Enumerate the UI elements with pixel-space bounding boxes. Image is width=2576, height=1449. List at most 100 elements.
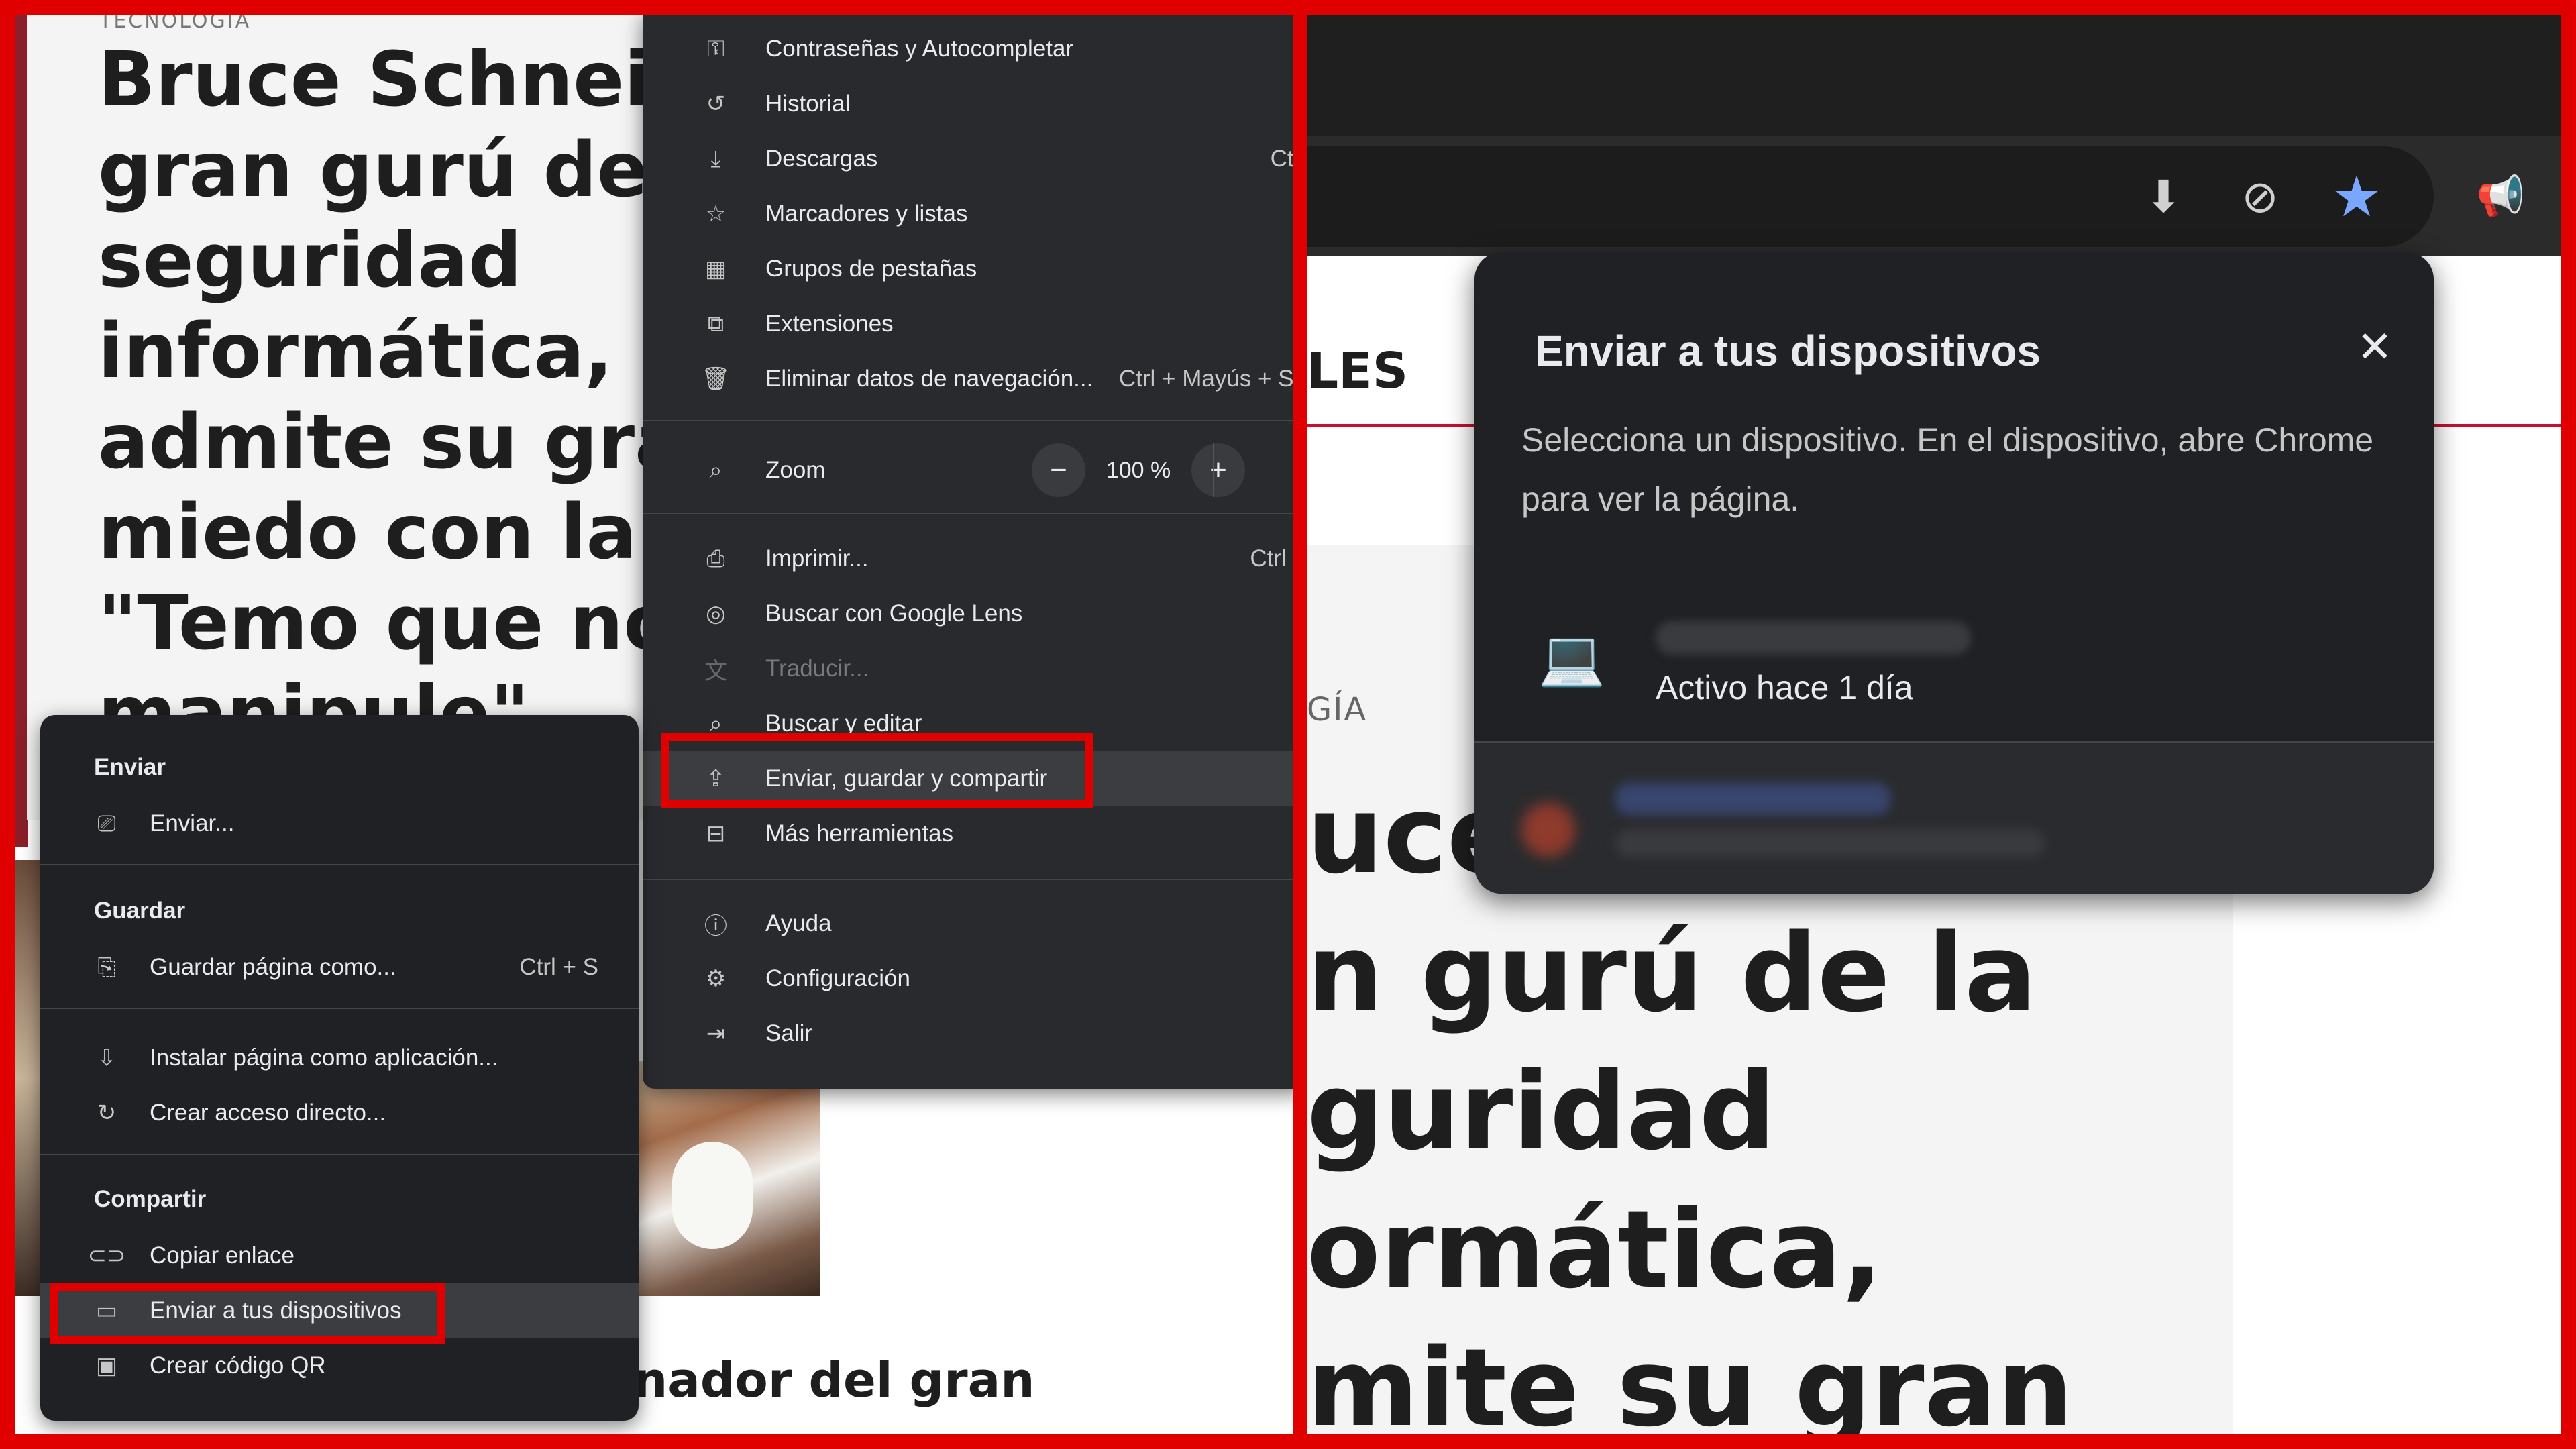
install-icon: ⇩ [97, 1045, 117, 1071]
menu-item-label: Traducir... [765, 655, 869, 682]
menu-item-clear-data[interactable]: 🗑 Eliminar datos de navegación... Ctrl +… [643, 352, 1293, 407]
history-icon: ↺ [706, 91, 726, 117]
menu-item-exit[interactable]: ⇥ Salir [643, 1006, 1293, 1061]
find-icon: ⌕ [709, 710, 722, 737]
menu-separator [40, 864, 639, 865]
menu-item-history[interactable]: ↺ Historial [643, 76, 1293, 131]
link-icon: ⊂⊃ [87, 1243, 126, 1269]
menu-item-find-edit[interactable]: ⌕ Buscar y editar [643, 696, 1293, 751]
zoom-icon: ⌕ [709, 457, 722, 483]
menu-item-label: Enviar... [150, 810, 235, 837]
menu-item-bookmarks[interactable]: ☆ Marcadores y listas [643, 186, 1293, 241]
menu-item-qr-code[interactable]: ▣ Crear código QR [40, 1338, 639, 1393]
menu-item-zoom: ⌕ Zoom − 100 % + [643, 440, 1293, 500]
key-icon: ⚿ [707, 36, 724, 62]
menu-item-print[interactable]: ⎙ Imprimir... Ctrl + [643, 531, 1293, 586]
account-name-blurred [1615, 783, 1890, 815]
menu-item-label: Ayuda [765, 910, 832, 936]
headline-line: informática, [98, 308, 613, 395]
menu-item-settings[interactable]: ⚙ Configuración [643, 951, 1293, 1006]
left-screenshot-panel: TECNOLOGÍA Bruce Schneier, gran gurú de … [15, 15, 1293, 1434]
tracking-protection-eye-icon[interactable]: ⊘ [2230, 166, 2290, 227]
headline-line: guridad [1307, 1049, 1776, 1174]
menu-item-install-app[interactable]: ⇩ Instalar página como aplicación... [40, 1030, 639, 1085]
qr-code-icon: ▣ [95, 1353, 118, 1379]
settings-icon: ⚙ [705, 966, 727, 991]
menu-item-label: Descargas [765, 146, 878, 172]
menu-item-send-save-share[interactable]: ⇪ Enviar, guardar y compartir [643, 751, 1293, 806]
zoom-label: Zoom [765, 457, 826, 483]
menu-item-passwords[interactable]: ⚿ Contraseñas y Autocompletar [643, 21, 1293, 76]
headline-line: mite su gran [1307, 1325, 2074, 1434]
menu-item-label: Salir [765, 1020, 813, 1046]
headline-line: miedo con la IA: [98, 489, 781, 576]
translate-icon: 文 [704, 658, 727, 684]
section-header-share: Compartir [94, 1186, 207, 1212]
article-category: TECNOLOGÍA [99, 15, 252, 33]
menu-item-cast[interactable]: ⎚ Enviar... [40, 796, 639, 851]
menu-item-send-to-devices[interactable]: ▭ Enviar a tus dispositivos [40, 1283, 639, 1338]
menu-item-label: Buscar y editar [765, 710, 922, 737]
download-icon: ⤓ [710, 146, 721, 172]
menu-item-shortcut: Ctrl + [1250, 545, 1293, 572]
menu-item-label: Instalar página como aplicación... [150, 1044, 498, 1071]
menu-item-shortcut: Ctrl [1270, 146, 1293, 172]
menu-item-save-page[interactable]: ⎘ Guardar página como... Ctrl + S [40, 940, 639, 995]
device-list-item[interactable]: 💻 Activo hace 1 día [1474, 588, 2434, 742]
lens-icon: ◎ [706, 601, 726, 627]
menu-separator [643, 513, 1293, 514]
cast-icon: ⎚ [97, 810, 116, 837]
account-footer-blurred [1474, 743, 2434, 894]
article-photo[interactable] [619, 1061, 820, 1296]
toolbox-icon: ⊟ [706, 821, 726, 847]
menu-item-label: Contraseñas y Autocompletar [765, 36, 1074, 62]
page-side-strip [15, 15, 28, 847]
menu-item-downloads[interactable]: ⤓ Descargas Ctrl [643, 131, 1293, 186]
laptop-icon: 💻 [1538, 627, 1605, 689]
menu-item-create-shortcut[interactable]: ↻ Crear acceso directo... [40, 1085, 639, 1140]
menu-separator [40, 1008, 639, 1009]
share-icon: ⇪ [706, 766, 726, 792]
help-icon: ⓘ [704, 913, 727, 939]
panel-divider [1293, 0, 1307, 1449]
exit-icon: ⇥ [706, 1021, 726, 1046]
save-page-icon: ⎘ [97, 954, 116, 980]
menu-item-label: Enviar, guardar y compartir [765, 765, 1048, 792]
menu-item-label: Extensiones [765, 311, 894, 337]
bookmark-star-icon[interactable]: ★ [2326, 164, 2387, 229]
menu-item-label: Guardar página como... [150, 954, 396, 980]
menu-item-extensions[interactable]: ⧉ Extensiones [643, 297, 1293, 352]
menu-item-label: Copiar enlace [150, 1242, 294, 1269]
print-icon: ⎙ [706, 545, 725, 572]
shortcut-icon: ↻ [97, 1100, 117, 1126]
menu-item-translate: 文 Traducir... [643, 641, 1293, 696]
zoom-out-button[interactable]: − [1032, 443, 1085, 497]
menu-item-google-lens[interactable]: ◎ Buscar con Google Lens [643, 586, 1293, 641]
menu-item-shortcut: Ctrl + Mayús + Su [1118, 366, 1293, 392]
send-save-share-submenu: Enviar ⎚ Enviar... Guardar ⎘ Guardar pág… [40, 715, 639, 1421]
menu-item-label: Crear código QR [150, 1352, 326, 1379]
menu-item-copy-link[interactable]: ⊂⊃ Copiar enlace [40, 1228, 639, 1283]
account-avatar [1521, 803, 1575, 857]
headline-line: Bruce Schneier, [98, 36, 755, 123]
devices-icon: ▭ [95, 1298, 118, 1324]
zoom-separator [1213, 443, 1214, 497]
zoom-in-button[interactable]: + [1191, 443, 1245, 497]
close-icon[interactable]: ✕ [2347, 319, 2403, 376]
zoom-level: 100 % [1106, 457, 1171, 483]
menu-item-label: Imprimir... [765, 545, 869, 572]
menu-item-label: Marcadores y listas [765, 201, 968, 227]
megaphone-extension-icon[interactable]: 📢 [2474, 169, 2528, 223]
menu-item-tab-groups[interactable]: ▦ Grupos de pestañas [643, 241, 1293, 297]
nav-item-fragment[interactable]: LES [1307, 342, 1408, 400]
menu-item-label: Enviar a tus dispositivos [150, 1297, 402, 1324]
menu-item-label: Eliminar datos de navegación... [765, 366, 1093, 392]
article-headline: Bruce Schneier, gran gurú de la segurida… [98, 35, 781, 759]
menu-separator [643, 420, 1293, 421]
menu-item-label: Configuración [765, 965, 910, 991]
menu-item-help[interactable]: ⓘ Ayuda [643, 896, 1293, 951]
section-header-save: Guardar [94, 898, 186, 924]
menu-item-more-tools[interactable]: ⊟ Más herramientas [643, 806, 1293, 861]
menu-item-label: Crear acceso directo... [150, 1099, 386, 1126]
install-app-icon[interactable]: ⬇ [2133, 166, 2194, 227]
